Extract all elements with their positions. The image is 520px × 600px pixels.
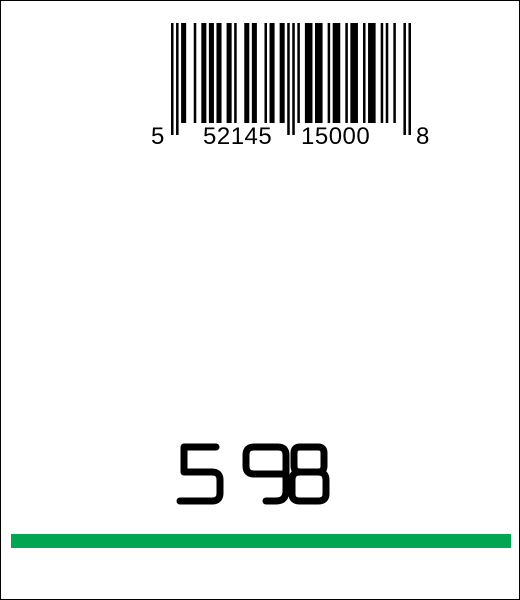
barcode-bar: [234, 23, 237, 123]
barcode-bar: [287, 23, 290, 135]
barcode-bar: [368, 23, 376, 123]
barcode-bar: [385, 23, 389, 123]
barcode-bar: [176, 23, 179, 135]
barcode-bars: [171, 23, 411, 135]
barcode-bar: [251, 23, 257, 123]
barcode-bar: [226, 23, 232, 123]
barcode-bar: [297, 23, 300, 123]
price-value: [176, 443, 330, 505]
price-digit-5: [176, 443, 224, 505]
barcode-bar: [403, 23, 406, 135]
green-stripe: [11, 534, 511, 548]
barcode-bar: [393, 23, 396, 123]
barcode-bar: [264, 23, 267, 123]
barcode-bar: [315, 23, 323, 123]
barcode-bar: [208, 23, 214, 123]
price-digit-8: [288, 443, 330, 505]
barcode-bar: [171, 23, 174, 135]
barcode-block: 5 52145 15000 8: [151, 23, 441, 153]
barcode-bar: [345, 23, 348, 123]
barcode-bar: [304, 23, 313, 123]
barcode-bar: [269, 23, 275, 123]
price-digit-9: [242, 443, 290, 505]
price-label: 5 52145 15000 8: [0, 0, 520, 600]
barcode-right-digits: 15000: [301, 123, 371, 150]
barcode-bar: [350, 23, 358, 123]
barcode-check-digit: 8: [416, 123, 430, 150]
barcode-bar: [327, 23, 331, 123]
barcode-left-digits: 52145: [203, 123, 273, 150]
barcode-bar: [332, 23, 341, 123]
barcode-bar: [279, 23, 285, 123]
barcode-first-digit: 5: [151, 123, 165, 150]
barcode-bar: [380, 23, 384, 123]
barcode-bar: [181, 23, 187, 123]
barcode-bar: [193, 23, 197, 123]
barcode-bar: [292, 23, 295, 135]
barcode-bar: [201, 23, 207, 123]
barcode-bar: [244, 23, 250, 123]
barcode-bar: [216, 23, 222, 123]
barcode-bar: [363, 23, 366, 123]
barcode-bar: [408, 23, 411, 135]
